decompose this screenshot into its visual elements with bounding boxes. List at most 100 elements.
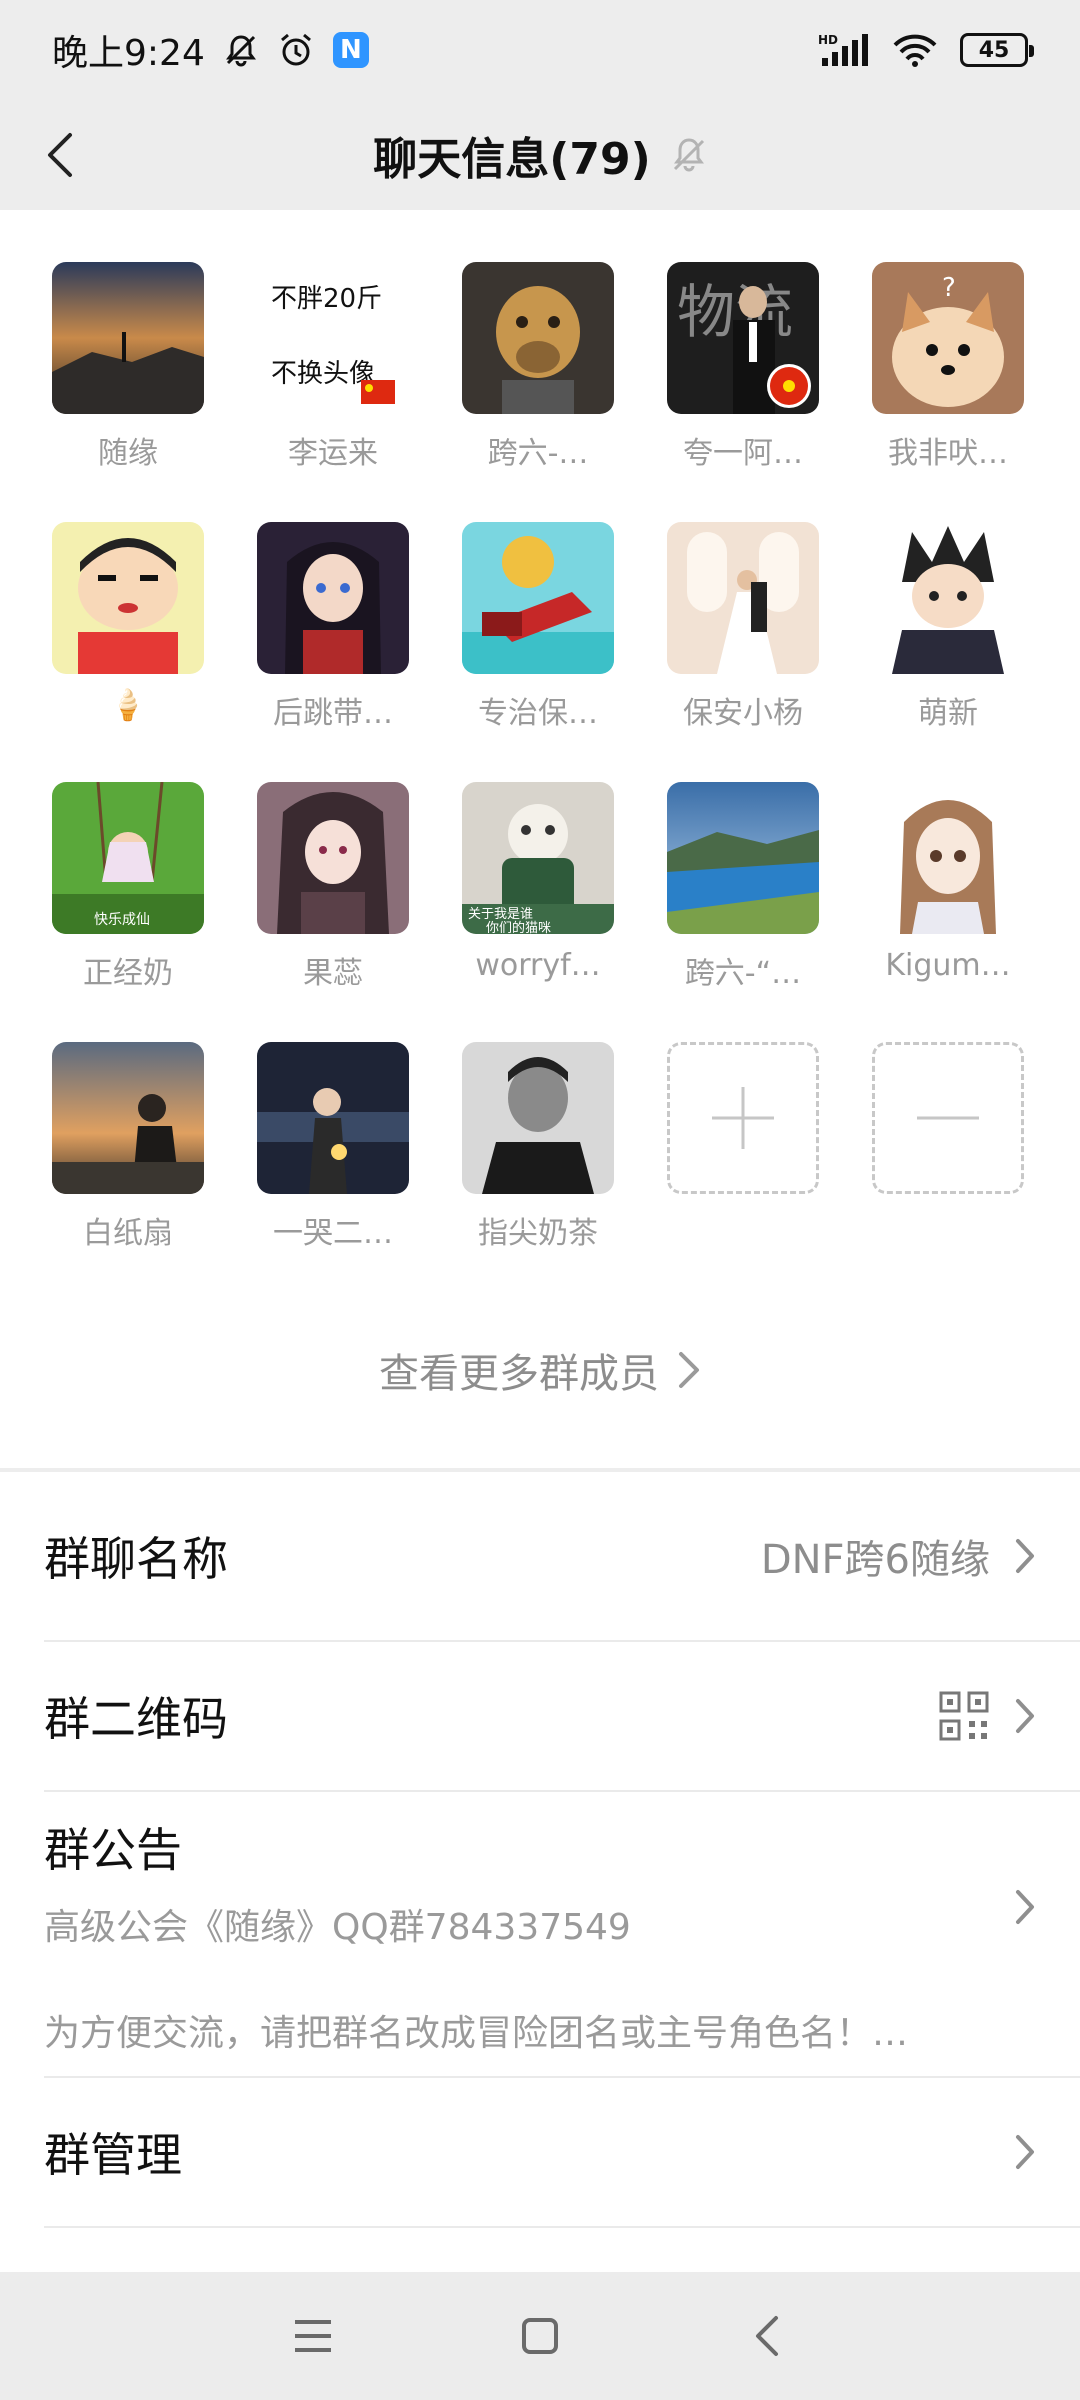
page-title: 聊天信息(79) <box>373 134 651 185</box>
member-name: 随缘 <box>98 436 158 471</box>
view-more-members-button[interactable]: 查看更多群成员 <box>0 1330 1080 1410</box>
member-item[interactable]: 白纸扇 <box>38 1042 218 1262</box>
group-manage-label: 群管理 <box>44 2128 182 2182</box>
member-name: 专治保… <box>478 696 598 731</box>
avatar: 不胖20斤 不换头像 <box>257 262 409 414</box>
member-name: 夸一阿… <box>683 436 803 471</box>
member-item[interactable]: 跨六-… <box>448 262 628 482</box>
avatar <box>257 522 409 674</box>
system-nav-bar <box>0 2272 1080 2400</box>
member-name: 萌新 <box>918 696 978 731</box>
member-name: 一哭二… <box>273 1216 393 1251</box>
member-name: 我非吠… <box>888 436 1008 471</box>
avatar-text: 关于我是谁 <box>468 907 533 922</box>
member-item[interactable]: 不胖20斤 不换头像 李运来 <box>243 262 423 482</box>
group-notice-line2: 为方便交流，请把群名改成冒险团名或主号角色名！… <box>44 2013 909 2054</box>
member-item[interactable]: ? 我非吠… <box>858 262 1038 482</box>
group-name-value-wrap: DNF跨6随缘 <box>761 1527 1036 1585</box>
status-left: 晚上9:24 N <box>52 24 369 76</box>
alarm-icon <box>277 31 315 69</box>
remove-member-button[interactable] <box>858 1042 1038 1262</box>
qr-code-icon <box>939 1691 989 1741</box>
add-member-button[interactable] <box>653 1042 833 1262</box>
member-name: 保安小杨 <box>683 696 803 731</box>
avatar <box>257 1042 409 1194</box>
status-time: 晚上9:24 <box>52 33 205 74</box>
avatar: 关于我是谁 你们的猫咪 <box>462 782 614 934</box>
nav-home-button[interactable] <box>500 2296 580 2376</box>
svg-text:HD: HD <box>818 33 838 47</box>
member-item[interactable]: 物流 夸一阿… <box>653 262 833 482</box>
group-qr-value-wrap <box>938 1690 1036 1742</box>
member-item[interactable]: 随缘 <box>38 262 218 482</box>
member-item[interactable]: 指尖奶茶 <box>448 1042 628 1262</box>
member-name: 白纸扇 <box>83 1216 173 1251</box>
status-bar: 晚上9:24 N HD 45 <box>0 0 1080 100</box>
bell-muted-icon <box>223 32 259 68</box>
group-notice-line1: 高级公会《随缘》QQ群784337549 <box>44 1907 631 1948</box>
signal-icon: HD <box>818 32 870 68</box>
member-item[interactable]: 后跳带… <box>243 522 423 742</box>
minus-icon <box>917 1116 979 1120</box>
member-item[interactable]: 跨六-“… <box>653 782 833 1002</box>
nav-back-icon <box>755 2316 778 2356</box>
group-qr-label: 群二维码 <box>44 1692 228 1746</box>
avatar <box>872 522 1024 674</box>
avatar <box>52 522 204 674</box>
member-item[interactable]: 🍦 <box>38 522 218 742</box>
member-item[interactable]: 一哭二… <box>243 1042 423 1262</box>
group-manage-value-wrap <box>1014 2133 1036 2171</box>
menu-icon <box>295 2320 332 2352</box>
home-square-icon <box>521 2318 558 2354</box>
group-name-label: 群聊名称 <box>44 1532 228 1586</box>
chevron-right-icon <box>1016 2135 1034 2169</box>
battery-icon: 45 <box>960 33 1034 67</box>
group-notice-row[interactable]: 群公告 高级公会《随缘》QQ群784337549 为方便交流，请把群名改成冒险团… <box>44 1792 1080 2078</box>
member-item[interactable]: 果蕊 <box>243 782 423 1002</box>
back-button[interactable] <box>30 125 90 185</box>
avatar <box>52 1042 204 1194</box>
member-name: Kigum… <box>885 948 1011 983</box>
member-item[interactable]: 快乐成仙 正经奶 <box>38 782 218 1002</box>
chevron-right-icon <box>679 1352 699 1388</box>
member-name: worryf… <box>475 948 601 983</box>
member-item[interactable]: 关于我是谁 你们的猫咪 worryf… <box>448 782 628 1002</box>
add-member-tile[interactable] <box>667 1042 819 1194</box>
group-qr-row[interactable]: 群二维码 <box>44 1642 1080 1792</box>
avatar <box>667 522 819 674</box>
member-item[interactable]: 专治保… <box>448 522 628 742</box>
nav-back-button[interactable] <box>727 2296 807 2376</box>
group-name-row[interactable]: 群聊名称 DNF跨6随缘 <box>44 1472 1080 1642</box>
member-name: 李运来 <box>288 436 378 471</box>
settings-list: 群聊名称 DNF跨6随缘 群二维码 群公告 高级公会《随缘》QQ群7843375… <box>0 1472 1080 2272</box>
group-name-value: DNF跨6随缘 <box>760 1537 990 1583</box>
member-item[interactable]: Kigum… <box>858 782 1038 1002</box>
avatar: ? <box>872 262 1024 414</box>
avatar-text: 不胖20斤 <box>271 284 382 314</box>
chevron-right-icon <box>1016 1699 1034 1733</box>
back-arrow-icon <box>48 133 72 177</box>
avatar-text: 你们的猫咪 <box>486 920 551 934</box>
avatar <box>667 782 819 934</box>
member-name: 跨六-“… <box>684 956 802 991</box>
member-grid: 随缘 不胖20斤 不换头像 李运来 跨六-… 物流 夸一阿… ? 我非吠… 🍦 … <box>0 210 1080 1251</box>
nav-menu-button[interactable] <box>273 2296 353 2376</box>
wifi-icon <box>892 32 938 68</box>
member-name: 正经奶 <box>83 956 173 991</box>
avatar-text: ? <box>942 273 956 303</box>
avatar <box>872 782 1024 934</box>
avatar <box>52 262 204 414</box>
member-name: 后跳带… <box>273 696 393 731</box>
header: 聊天信息(79) <box>0 100 1080 210</box>
chevron-right-icon <box>1016 1890 1034 1924</box>
group-manage-row[interactable]: 群管理 <box>44 2078 1080 2228</box>
member-item[interactable]: 保安小杨 <box>653 522 833 742</box>
avatar <box>462 522 614 674</box>
member-item[interactable]: 萌新 <box>858 522 1038 742</box>
avatar: 物流 <box>667 262 819 414</box>
avatar <box>257 782 409 934</box>
status-right: HD 45 <box>818 32 1034 68</box>
member-name: 跨六-… <box>487 436 589 471</box>
chevron-right-icon <box>1016 1539 1034 1573</box>
remove-member-tile[interactable] <box>872 1042 1024 1194</box>
